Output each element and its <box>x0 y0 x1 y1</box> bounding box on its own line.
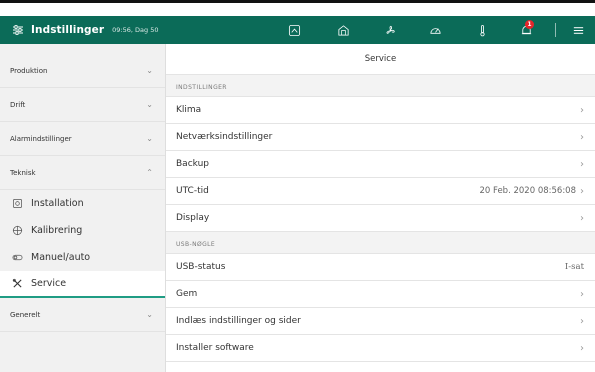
sidebar-item-label: Manuel/auto <box>31 252 91 263</box>
top-border <box>0 0 595 3</box>
row-label: Indlæs indstillinger og sider <box>176 316 301 326</box>
row-utc-tid[interactable]: UTC-tid 20 Feb. 2020 08:56:08 › <box>166 178 595 205</box>
row-netvaerksindstillinger[interactable]: Netværksindstillinger › <box>166 124 595 151</box>
sidebar-item-label: Installation <box>31 198 84 209</box>
gauge-icon[interactable] <box>428 23 442 37</box>
chevron-down-icon: ⌄ <box>146 310 153 319</box>
main-panel: Service INDSTILLINGER Klima › Netværksin… <box>166 44 595 372</box>
sidebar-item-kalibrering[interactable]: Kalibrering <box>0 217 165 244</box>
sidebar-item-service[interactable]: Service <box>0 271 165 298</box>
chevron-down-icon: ⌄ <box>146 134 153 143</box>
row-label: Klima <box>176 105 202 115</box>
row-usb-status: USB-status I-sat <box>166 254 595 281</box>
row-label: Display <box>176 213 210 223</box>
sidebar-item-label: Kalibrering <box>31 225 83 236</box>
row-backup[interactable]: Backup › <box>166 151 595 178</box>
chevron-up-icon: ⌃ <box>146 168 153 177</box>
chevron-right-icon: › <box>580 342 584 354</box>
chevron-right-icon: › <box>580 158 584 170</box>
main-title: Service <box>166 44 595 75</box>
sidebar-spacer <box>0 44 165 54</box>
row-label: Gem <box>176 289 198 299</box>
row-label: Netværksindstillinger <box>176 132 273 142</box>
section-label: Produktion <box>10 66 48 75</box>
utc-time-value: 20 Feb. 2020 08:56:08 <box>479 186 576 196</box>
header-icon-bar: 1 <box>0 16 595 44</box>
sidebar-section-generelt[interactable]: Generelt ⌄ <box>0 298 165 332</box>
toggle-icon <box>11 252 23 264</box>
row-display[interactable]: Display › <box>166 205 595 232</box>
section-label: Teknisk <box>10 168 36 177</box>
row-klima[interactable]: Klima › <box>166 97 595 124</box>
sidebar: Produktion ⌄ Drift ⌄ Alarmindstillinger … <box>0 44 166 372</box>
sidebar-item-installation[interactable]: Installation <box>0 190 165 217</box>
chevron-right-icon: › <box>580 131 584 143</box>
row-gem[interactable]: Gem › <box>166 281 595 308</box>
chevron-right-icon: › <box>580 212 584 224</box>
row-label: Backup <box>176 159 209 169</box>
header-divider <box>555 23 556 37</box>
alarm-bell-icon[interactable]: 1 <box>519 20 534 37</box>
barn-icon[interactable] <box>336 23 350 37</box>
row-label: UTC-tid <box>176 186 209 196</box>
fan-icon[interactable] <box>383 23 397 37</box>
sidebar-section-produktion[interactable]: Produktion ⌄ <box>0 54 165 88</box>
chevron-right-icon: › <box>580 185 584 197</box>
chevron-down-icon: ⌄ <box>146 66 153 75</box>
section-label: Drift <box>10 100 26 109</box>
sidebar-item-label: Service <box>31 278 67 289</box>
row-installer-software[interactable]: Installer software › <box>166 335 595 362</box>
group-header-indstillinger: INDSTILLINGER <box>166 75 595 97</box>
row-indlaes-indstillinger[interactable]: Indlæs indstillinger og sider › <box>166 308 595 335</box>
section-label: Generelt <box>10 310 41 319</box>
group-header-usb-nogle: USB-NØGLE <box>166 232 595 254</box>
chevron-right-icon: › <box>580 315 584 327</box>
thermometer-icon[interactable] <box>475 23 489 37</box>
app-header: Indstillinger 09:56, Dag 50 1 <box>0 16 595 44</box>
row-label: Installer software <box>176 343 254 353</box>
sidebar-section-teknisk[interactable]: Teknisk ⌃ <box>0 156 165 190</box>
calibration-icon <box>11 225 23 237</box>
row-label: USB-status <box>176 262 226 272</box>
chevron-right-icon: › <box>580 288 584 300</box>
chevron-right-icon: › <box>580 104 584 116</box>
tools-icon <box>11 278 23 290</box>
chevron-down-icon: ⌄ <box>146 100 153 109</box>
home-icon[interactable] <box>287 23 301 37</box>
sidebar-section-drift[interactable]: Drift ⌄ <box>0 88 165 122</box>
sidebar-section-alarmindstillinger[interactable]: Alarmindstillinger ⌄ <box>0 122 165 156</box>
notification-badge: 1 <box>525 20 534 29</box>
menu-icon[interactable] <box>571 23 585 37</box>
usb-status-value: I-sat <box>564 262 584 272</box>
sidebar-item-manuel-auto[interactable]: Manuel/auto <box>0 244 165 271</box>
section-label: Alarmindstillinger <box>10 134 72 143</box>
installation-icon <box>11 198 23 210</box>
